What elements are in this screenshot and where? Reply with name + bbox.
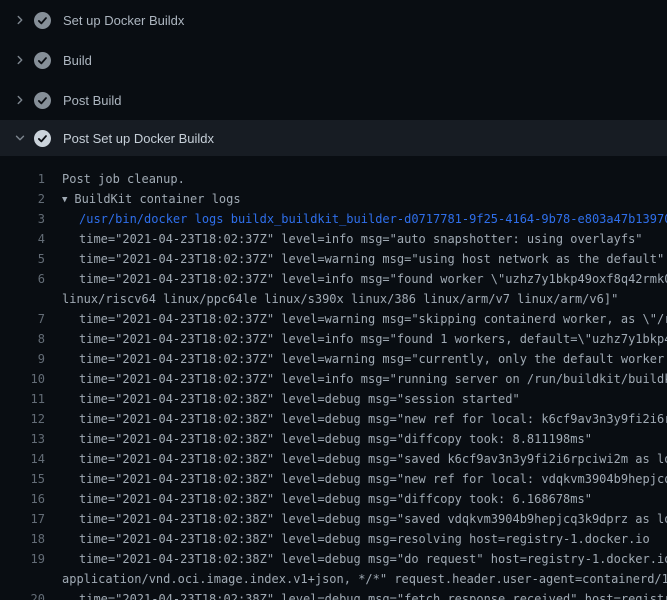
log-command-text: /usr/bin/docker logs buildx_buildkit_bui…: [62, 209, 667, 229]
log-line-wrap-text: linux/riscv64 linux/ppc64le linux/s390x …: [62, 289, 618, 309]
log-line-text: Post job cleanup.: [62, 169, 185, 189]
line-number[interactable]: 9: [0, 349, 45, 369]
step-header-set-up-docker-buildx[interactable]: Set up Docker Buildx: [0, 0, 667, 40]
chevron-down-icon[interactable]: [12, 130, 28, 146]
log-line: 17 time="2021-04-23T18:02:38Z" level=debu…: [0, 509, 667, 529]
line-number[interactable]: 11: [0, 389, 45, 409]
log-line-text: time="2021-04-23T18:02:37Z" level=warnin…: [62, 249, 664, 269]
log-line: 4 time="2021-04-23T18:02:37Z" level=info …: [0, 229, 667, 249]
log-line: 9 time="2021-04-23T18:02:37Z" level=warni…: [0, 349, 667, 369]
log-line-text: time="2021-04-23T18:02:37Z" level=info m…: [62, 369, 667, 389]
check-circle-icon: [34, 130, 51, 147]
log-line-text: time="2021-04-23T18:02:37Z" level=info m…: [62, 329, 667, 349]
log-group-title: BuildKit container logs: [74, 192, 240, 206]
check-circle-icon: [34, 12, 51, 29]
step-label: Post Build: [63, 93, 122, 108]
line-number[interactable]: 8: [0, 329, 45, 349]
log-line-text: time="2021-04-23T18:02:38Z" level=debug …: [62, 389, 520, 409]
line-number[interactable]: 12: [0, 409, 45, 429]
line-number[interactable]: 14: [0, 449, 45, 469]
line-number[interactable]: 4: [0, 229, 45, 249]
line-number[interactable]: 20: [0, 589, 45, 600]
log-line: 12 time="2021-04-23T18:02:38Z" level=debu…: [0, 409, 667, 429]
line-number[interactable]: 19: [0, 549, 45, 569]
log-line: 5 time="2021-04-23T18:02:37Z" level=warni…: [0, 249, 667, 269]
log-line: 18 time="2021-04-23T18:02:38Z" level=debu…: [0, 529, 667, 549]
line-number: [0, 569, 45, 589]
log-line-text: time="2021-04-23T18:02:38Z" level=debug …: [62, 429, 592, 449]
log-line: 7 time="2021-04-23T18:02:37Z" level=warni…: [0, 309, 667, 329]
step-label: Build: [63, 53, 92, 68]
chevron-right-icon[interactable]: [12, 12, 28, 28]
log-panel: 1 Post job cleanup. 2 ▼ BuildKit container l…: [0, 156, 667, 600]
line-number[interactable]: 2: [0, 189, 45, 209]
log-line-text: time="2021-04-23T18:02:38Z" level=debug …: [62, 509, 667, 529]
line-number[interactable]: 18: [0, 529, 45, 549]
log-line: 2 ▼ BuildKit container logs: [0, 189, 667, 209]
job-steps-list: Set up Docker Buildx Build Post Build Post …: [0, 0, 667, 156]
step-header-build[interactable]: Build: [0, 40, 667, 80]
line-number: [0, 289, 45, 309]
log-line-text: time="2021-04-23T18:02:38Z" level=debug …: [62, 409, 667, 429]
step-header-post-set-up-docker-buildx[interactable]: Post Set up Docker Buildx: [0, 120, 667, 156]
log-line-text: time="2021-04-23T18:02:37Z" level=warnin…: [62, 349, 667, 369]
step-header-post-build[interactable]: Post Build: [0, 80, 667, 120]
line-number[interactable]: 3: [0, 209, 45, 229]
chevron-right-icon[interactable]: [12, 52, 28, 68]
line-number[interactable]: 16: [0, 489, 45, 509]
chevron-right-icon[interactable]: [12, 92, 28, 108]
line-number[interactable]: 10: [0, 369, 45, 389]
log-line-text: time="2021-04-23T18:02:38Z" level=debug …: [62, 589, 667, 600]
triangle-down-icon: ▼: [62, 190, 67, 209]
line-number[interactable]: 6: [0, 269, 45, 289]
step-label: Post Set up Docker Buildx: [63, 131, 214, 146]
check-circle-icon: [34, 92, 51, 109]
log-line-text: time="2021-04-23T18:02:38Z" level=debug …: [62, 489, 592, 509]
check-circle-icon: [34, 52, 51, 69]
line-number[interactable]: 5: [0, 249, 45, 269]
log-line-text: time="2021-04-23T18:02:38Z" level=debug …: [62, 529, 650, 549]
log-line: 3/usr/bin/docker logs buildx_buildkit_bu…: [0, 209, 667, 229]
log-line-text: time="2021-04-23T18:02:38Z" level=debug …: [62, 549, 667, 569]
log-line: application/vnd.oci.image.index.v1+json,…: [0, 569, 667, 589]
actions-log-viewer: Set up Docker Buildx Build Post Build Post …: [0, 0, 667, 600]
log-line-wrap-text: application/vnd.oci.image.index.v1+json,…: [62, 569, 667, 589]
log-line: 14 time="2021-04-23T18:02:38Z" level=debu…: [0, 449, 667, 469]
log-line: 13 time="2021-04-23T18:02:38Z" level=debu…: [0, 429, 667, 449]
log-line: 8 time="2021-04-23T18:02:37Z" level=info …: [0, 329, 667, 349]
line-number[interactable]: 13: [0, 429, 45, 449]
log-group-header[interactable]: ▼ BuildKit container logs: [62, 189, 241, 209]
line-number[interactable]: 15: [0, 469, 45, 489]
line-number[interactable]: 7: [0, 309, 45, 329]
log-line-text: time="2021-04-23T18:02:38Z" level=debug …: [62, 449, 667, 469]
log-line: 19 time="2021-04-23T18:02:38Z" level=debu…: [0, 549, 667, 569]
log-line-text: time="2021-04-23T18:02:38Z" level=debug …: [62, 469, 667, 489]
log-line: 1 Post job cleanup.: [0, 169, 667, 189]
line-number[interactable]: 1: [0, 169, 45, 189]
log-line: linux/riscv64 linux/ppc64le linux/s390x …: [0, 289, 667, 309]
step-label: Set up Docker Buildx: [63, 13, 184, 28]
log-line: 16 time="2021-04-23T18:02:38Z" level=debu…: [0, 489, 667, 509]
line-number[interactable]: 17: [0, 509, 45, 529]
log-line: 15 time="2021-04-23T18:02:38Z" level=debu…: [0, 469, 667, 489]
log-line: 6 time="2021-04-23T18:02:37Z" level=info …: [0, 269, 667, 289]
log-line-text: time="2021-04-23T18:02:37Z" level=warnin…: [62, 309, 667, 329]
log-line: 10 time="2021-04-23T18:02:37Z" level=info…: [0, 369, 667, 389]
log-line-text: time="2021-04-23T18:02:37Z" level=info m…: [62, 229, 643, 249]
log-line: 11 time="2021-04-23T18:02:38Z" level=debu…: [0, 389, 667, 409]
log-line: 20 time="2021-04-23T18:02:38Z" level=debu…: [0, 589, 667, 600]
log-line-text: time="2021-04-23T18:02:37Z" level=info m…: [62, 269, 667, 289]
